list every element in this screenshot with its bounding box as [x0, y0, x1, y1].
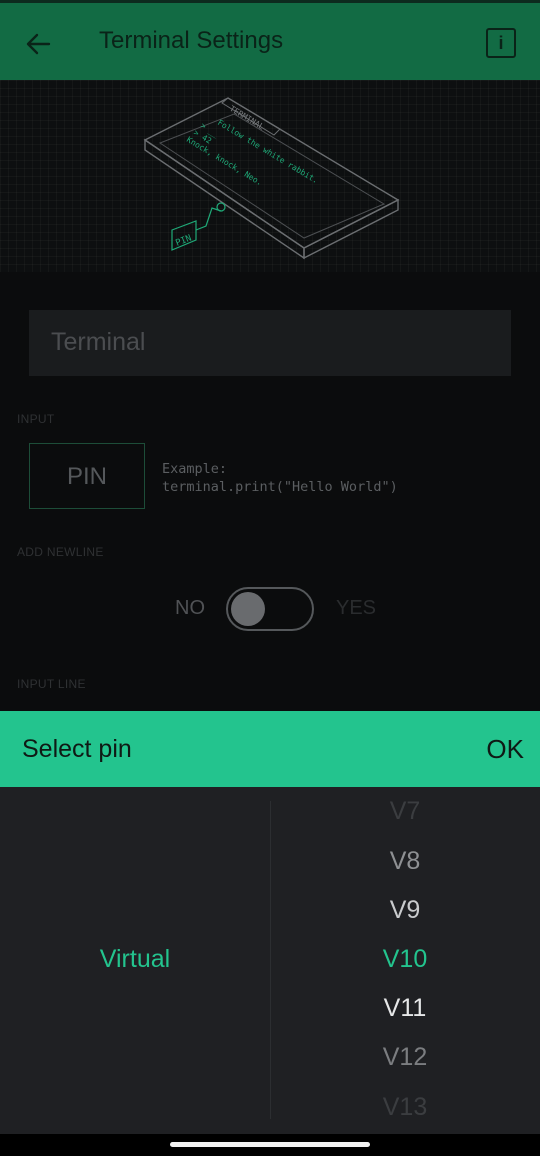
- pin-option-v10[interactable]: V10: [270, 945, 540, 974]
- newline-yes-label: YES: [336, 597, 377, 619]
- pin-option-v7[interactable]: V7: [270, 797, 540, 826]
- terminal-illustration: TERMINAL Follow the white rabbit. > __ >…: [0, 80, 540, 272]
- toggle-knob: [231, 592, 265, 626]
- input-section-label: INPUT: [17, 412, 55, 426]
- pin-select-button[interactable]: PIN: [29, 443, 145, 509]
- pin-picker-wheel: Virtual V7 V8 V9 V10 V11 V12 V13: [0, 787, 540, 1134]
- home-indicator[interactable]: [170, 1142, 370, 1147]
- pin-picker-title: Select pin: [22, 735, 132, 763]
- add-newline-label: ADD NEWLINE: [17, 545, 104, 559]
- app-header: Terminal Settings i: [0, 0, 540, 80]
- pin-option-v8[interactable]: V8: [270, 847, 540, 876]
- terminal-device-drawing: TERMINAL Follow the white rabbit. > __ >…: [143, 97, 400, 260]
- widget-name-value: Terminal: [51, 328, 146, 356]
- pin-select-label: PIN: [66, 463, 107, 490]
- ok-button[interactable]: OK: [486, 734, 524, 765]
- newline-no-label: NO: [175, 597, 205, 619]
- system-nav-bar: [0, 1134, 540, 1156]
- page-title: Terminal Settings: [99, 27, 284, 54]
- pin-picker-header: Select pin OK: [0, 711, 540, 787]
- input-line-label: INPUT LINE: [17, 677, 86, 691]
- example-code: terminal.print("Hello World"): [162, 479, 398, 495]
- screen-line-1: Follow the white rabbit.: [216, 118, 320, 185]
- newline-toggle[interactable]: [226, 587, 314, 631]
- pin-option-v13[interactable]: V13: [270, 1093, 540, 1122]
- example-title: Example:: [162, 461, 228, 477]
- back-arrow-icon[interactable]: [22, 28, 54, 60]
- pin-option-v11[interactable]: V11: [270, 994, 540, 1023]
- pin-option-v9[interactable]: V9: [270, 896, 540, 925]
- pin-option-v12[interactable]: V12: [270, 1043, 540, 1072]
- widget-name-input[interactable]: Terminal: [29, 310, 511, 376]
- pin-tag: PIN: [174, 233, 193, 248]
- info-icon[interactable]: i: [486, 28, 516, 58]
- pin-type-option[interactable]: Virtual: [0, 945, 270, 974]
- example-text: Example: terminal.print("Hello World"): [162, 460, 398, 496]
